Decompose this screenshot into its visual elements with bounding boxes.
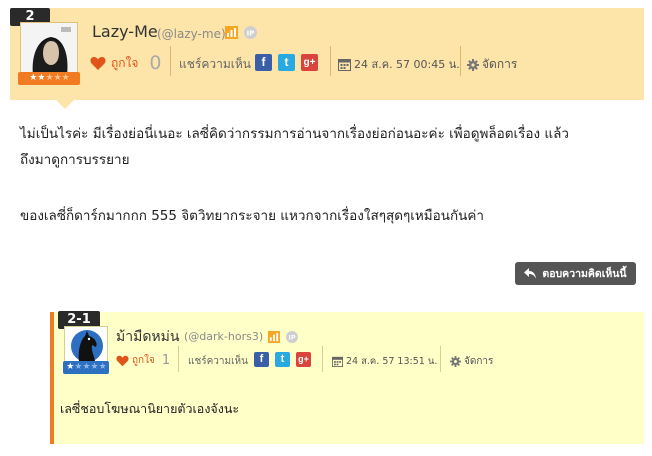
divider: [330, 46, 331, 76]
divider: [460, 46, 461, 76]
manage-button[interactable]: จัดการ: [450, 354, 493, 369]
date-text: 24 ส.ค. 57 13:51 น.: [346, 356, 438, 367]
avatar[interactable]: [20, 22, 78, 74]
like-count: 0: [149, 52, 162, 74]
user-handle[interactable]: (@lazy-me): [157, 27, 226, 41]
share-label: แชร์ความเห็น: [188, 356, 248, 367]
date-text: 24 ส.ค. 57 00:45 น.: [354, 58, 460, 71]
like-button[interactable]: ถูกใจ 0: [90, 52, 162, 74]
comment-date: 24 ส.ค. 57 00:45 น.: [338, 55, 460, 73]
username[interactable]: ม้ามืดหม่น: [116, 326, 179, 348]
like-label: ถูกใจ: [132, 355, 155, 366]
divider: [440, 346, 441, 372]
heart-icon: [90, 56, 106, 70]
comment-body-line: ของเลซี่ก็ดาร์กมากกก 555 จิตวิทยากระจาย …: [20, 208, 484, 224]
google-plus-icon[interactable]: g+: [296, 352, 311, 367]
calendar-icon: [332, 356, 343, 367]
like-count: 1: [161, 353, 171, 368]
heart-icon: [116, 355, 129, 366]
reply-body: เลซี่ชอบโฆษณานิยายตัวเองจังนะ: [60, 401, 240, 416]
google-plus-icon[interactable]: g+: [301, 54, 318, 71]
manage-label: จัดการ: [464, 356, 494, 367]
stats-chart-icon[interactable]: [225, 26, 238, 39]
comment-body-line: ไม่เป็นไรค่ะ มีเรื่องย่อนี่เนอะ เลซี่คิด…: [20, 126, 569, 142]
divider: [178, 346, 179, 372]
comment-body-line: ถึงมาดูการบรรยาย: [20, 152, 130, 168]
manage-label: จัดการ: [482, 57, 518, 71]
reply-button-label: ตอบความคิดเห็นนี้: [542, 268, 627, 280]
ip-icon[interactable]: IP: [244, 26, 257, 39]
manage-button[interactable]: จัดการ: [467, 55, 517, 74]
reply-arrow-icon: [524, 268, 537, 279]
reply-button[interactable]: ตอบความคิดเห็นนี้: [515, 262, 636, 285]
ip-icon[interactable]: IP: [286, 331, 298, 343]
rank-stars: ★ ★ ★ ★ ★: [18, 72, 80, 85]
svg-text:IP: IP: [288, 334, 295, 342]
share-label: แชร์ความเห็น: [179, 57, 251, 71]
header-pointer: [56, 100, 74, 109]
calendar-icon: [338, 58, 351, 71]
avatar[interactable]: [64, 326, 108, 364]
facebook-icon[interactable]: f: [255, 54, 272, 71]
gear-icon: [467, 58, 479, 71]
comment-date: 24 ส.ค. 57 13:51 น.: [332, 354, 437, 369]
like-button[interactable]: ถูกใจ 1: [116, 353, 170, 368]
svg-text:IP: IP: [247, 29, 255, 37]
divider: [322, 346, 323, 372]
gear-icon: [450, 356, 461, 367]
rank-stars: ★ ★ ★ ★ ★: [63, 361, 109, 374]
twitter-icon[interactable]: t: [278, 54, 295, 71]
facebook-icon[interactable]: f: [254, 352, 269, 367]
username[interactable]: Lazy-Me: [92, 22, 158, 41]
twitter-icon[interactable]: t: [275, 352, 290, 367]
user-handle[interactable]: (@dark-hors3): [184, 330, 263, 343]
divider: [170, 46, 171, 76]
stats-chart-icon[interactable]: [268, 331, 280, 343]
like-label: ถูกใจ: [111, 55, 139, 70]
